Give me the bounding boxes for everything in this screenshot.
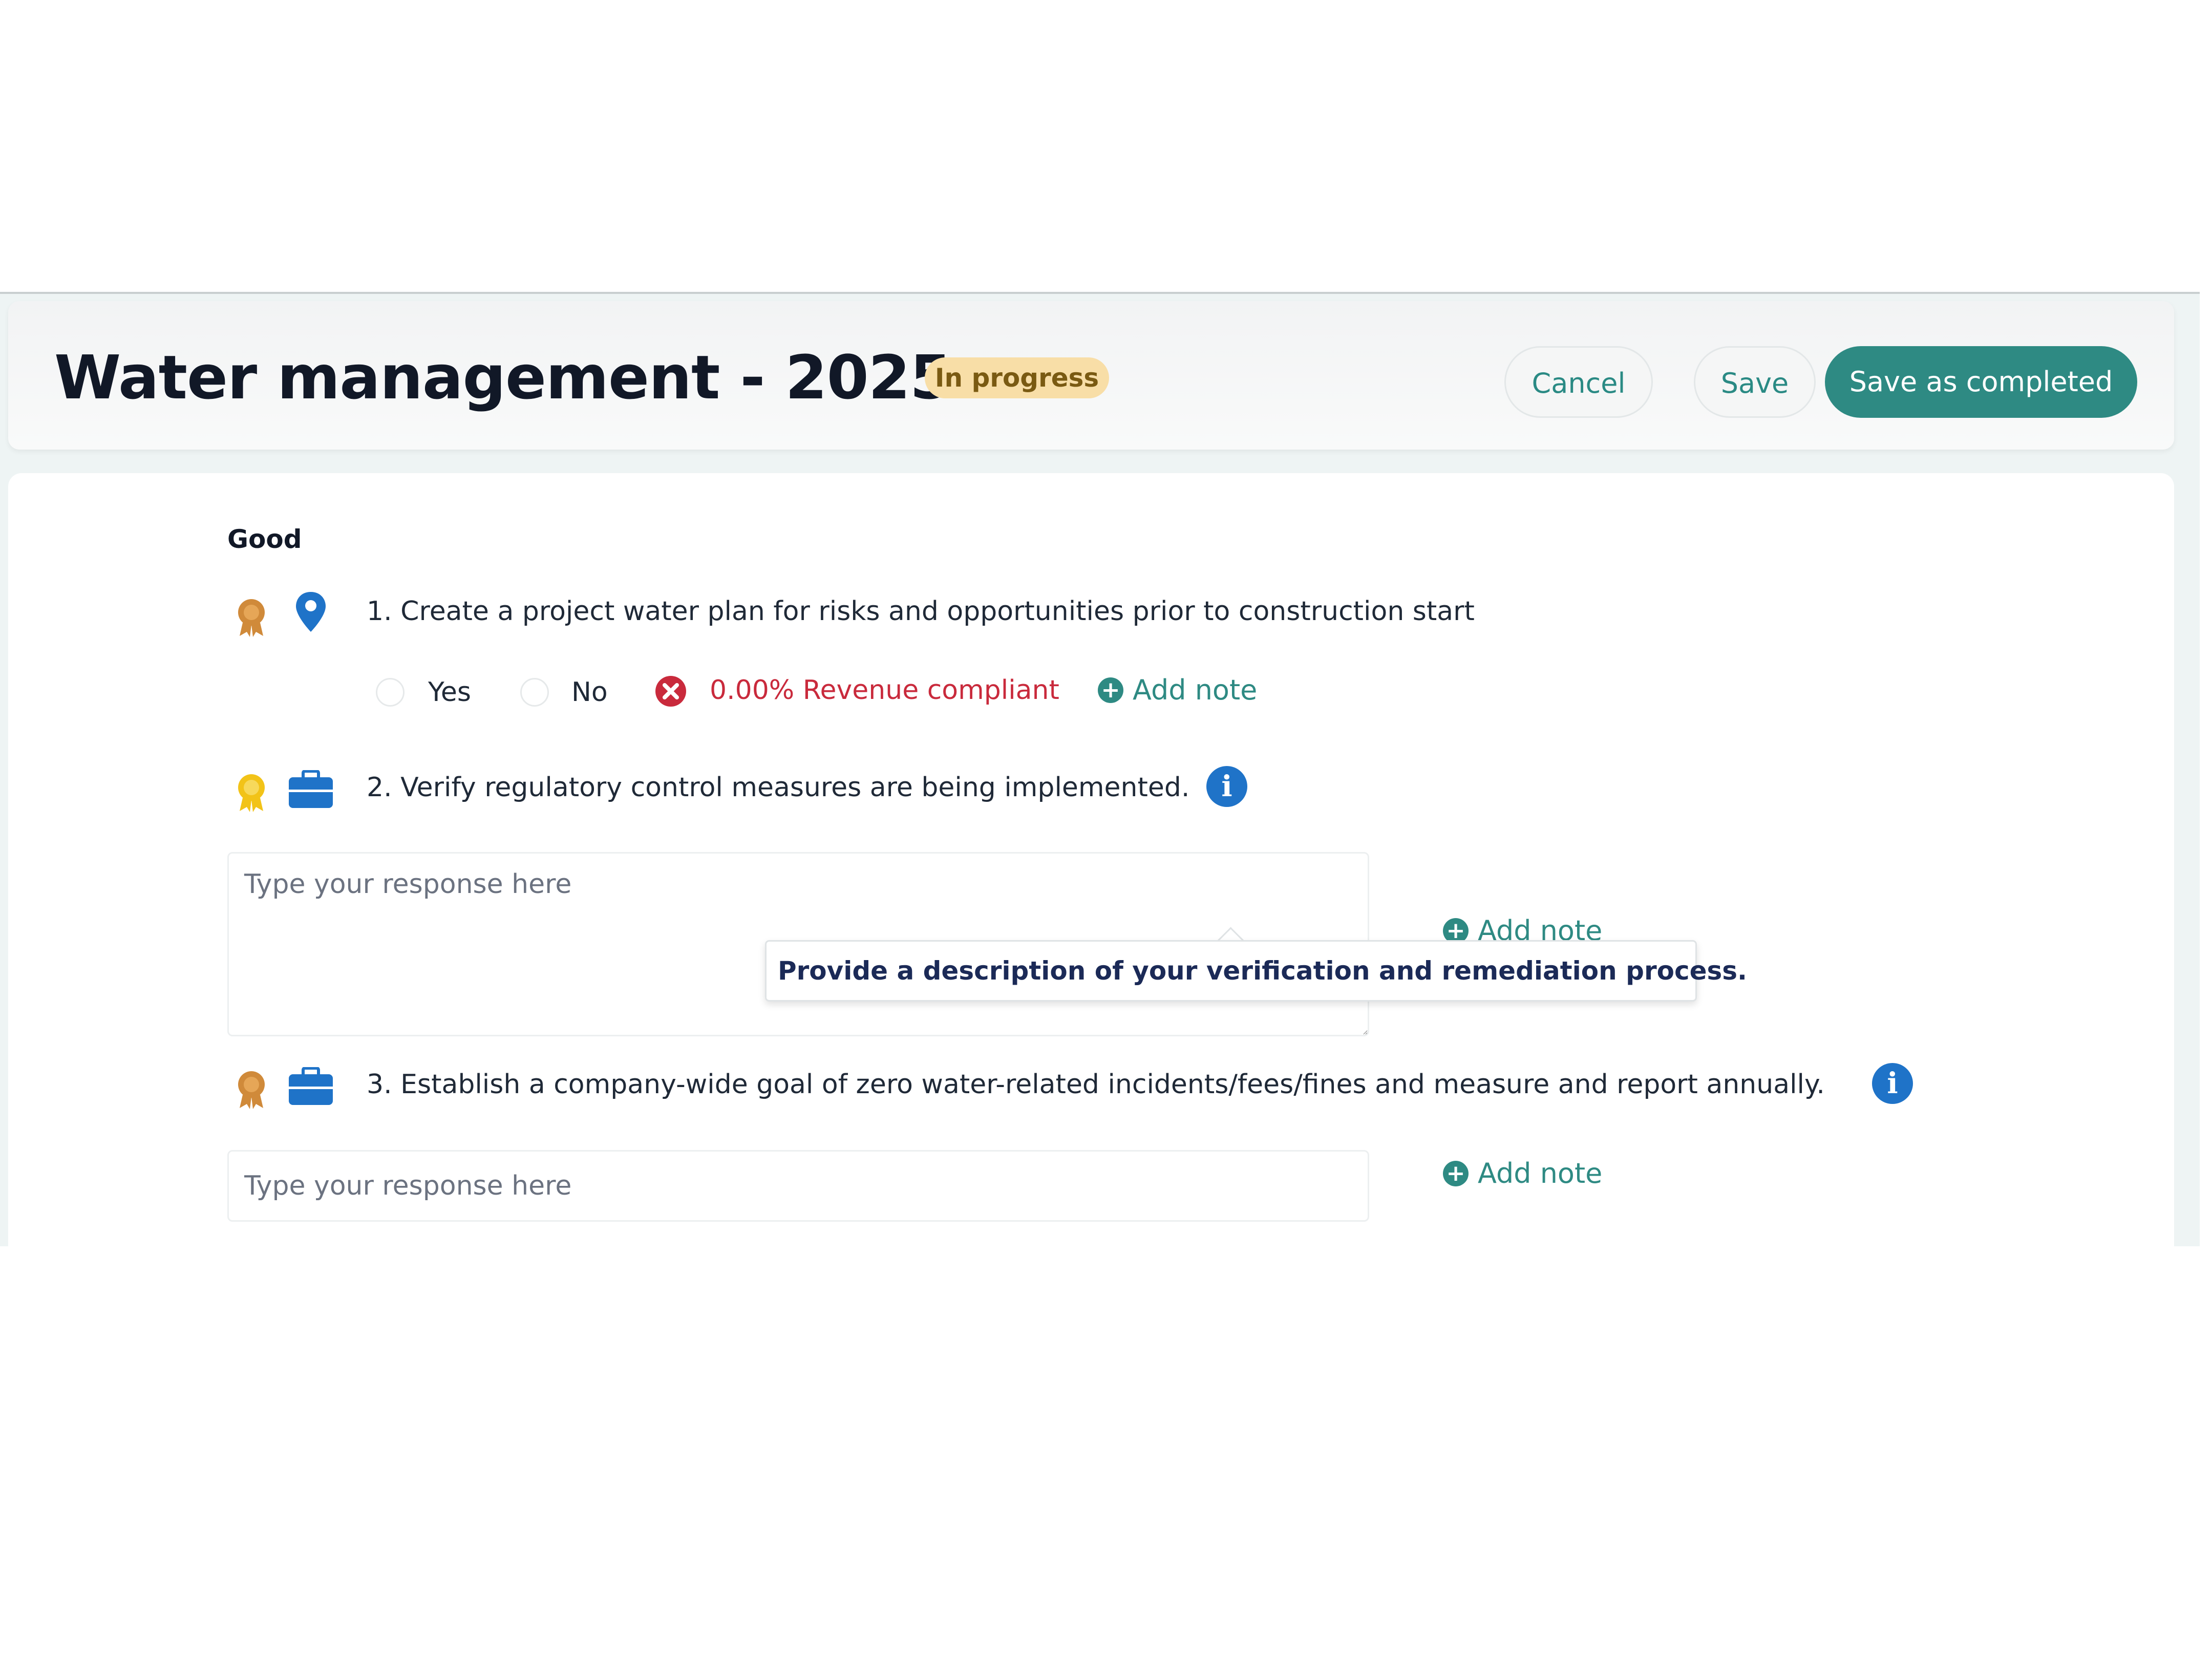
- radio-yes-label: Yes: [428, 677, 471, 708]
- briefcase-icon: [289, 1067, 333, 1105]
- info-tooltip: Provide a description of your verificati…: [765, 940, 1747, 1002]
- page-title: Water management - 2025: [54, 342, 952, 413]
- save-button[interactable]: Save: [1694, 346, 1816, 418]
- save-as-completed-button[interactable]: Save as completed: [1825, 346, 2137, 418]
- award-icon: [238, 599, 265, 637]
- location-pin-icon: [296, 592, 326, 632]
- add-note-button[interactable]: + Add note: [1098, 674, 1257, 706]
- response-input[interactable]: [227, 1150, 1369, 1222]
- question-text: 1. Create a project water plan for risks…: [367, 596, 1475, 627]
- error-icon: [655, 676, 686, 707]
- plus-circle-icon: +: [1443, 918, 1469, 944]
- question-text: 3. Establish a company-wide goal of zero…: [367, 1069, 1825, 1100]
- section-label: Good: [227, 524, 302, 554]
- status-badge: In progress: [925, 357, 1109, 398]
- cancel-button[interactable]: Cancel: [1504, 346, 1653, 418]
- app-window: Water management - 2025 In progress Canc…: [0, 292, 2200, 1246]
- award-icon: [238, 1071, 265, 1109]
- info-icon[interactable]: i: [1206, 766, 1247, 807]
- plus-circle-icon: +: [1443, 1160, 1469, 1186]
- add-note-button[interactable]: + Add note: [1443, 1157, 1602, 1189]
- award-icon: [238, 774, 265, 812]
- info-icon[interactable]: i: [1872, 1063, 1913, 1104]
- radio-yes[interactable]: [376, 678, 405, 707]
- briefcase-icon: [289, 770, 333, 808]
- add-note-label: Add note: [1478, 1157, 1603, 1189]
- add-note-label: Add note: [1133, 674, 1258, 706]
- radio-no-label: No: [571, 677, 608, 708]
- question-text: 2. Verify regulatory control measures ar…: [367, 772, 1190, 803]
- revenue-compliance-text: 0.00% Revenue compliant: [710, 675, 1059, 706]
- radio-no[interactable]: [520, 678, 549, 707]
- plus-circle-icon: +: [1098, 677, 1123, 703]
- page-header: Water management - 2025 In progress Canc…: [8, 301, 2174, 450]
- questionnaire-panel: Good 1. Create a project water plan for …: [8, 473, 2174, 1246]
